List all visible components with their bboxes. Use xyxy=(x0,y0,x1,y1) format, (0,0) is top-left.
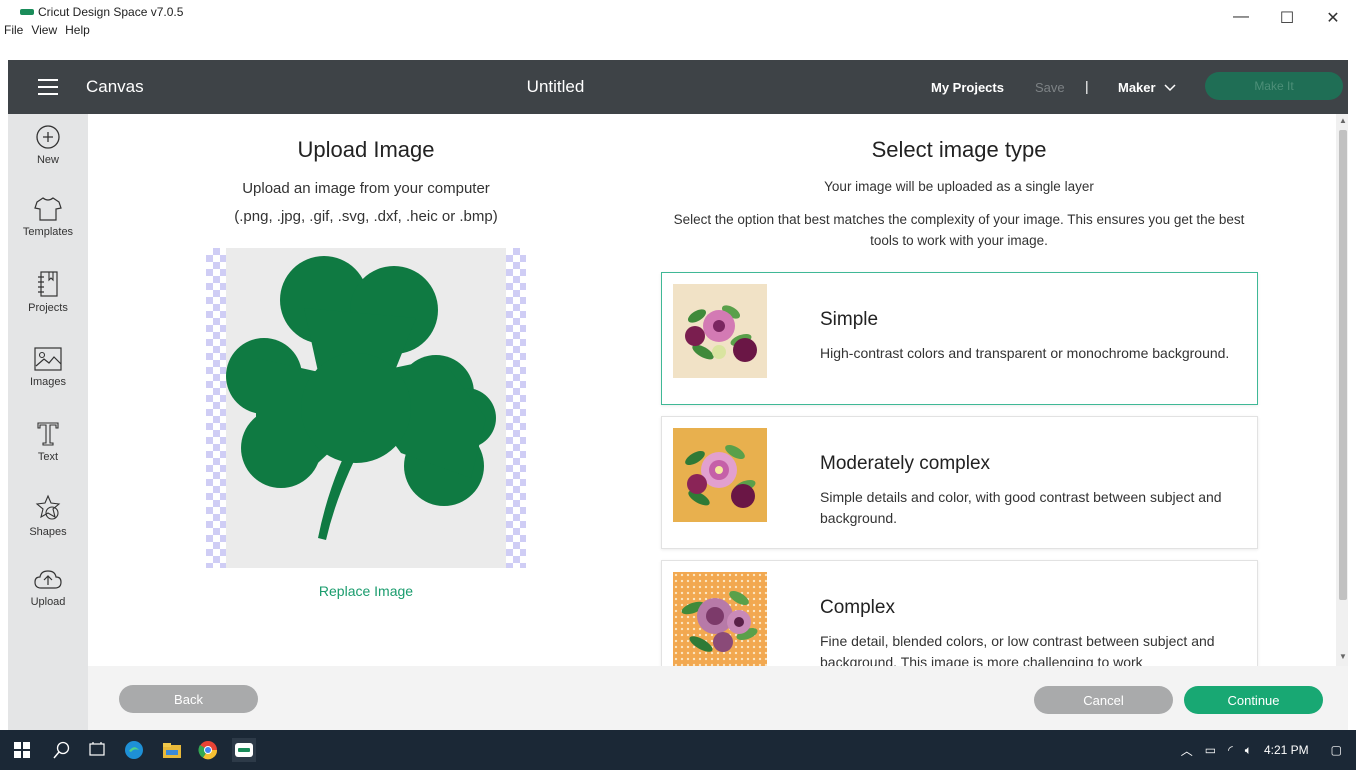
transparency-checker xyxy=(206,248,226,568)
shirt-icon xyxy=(34,197,62,221)
upload-formats: (.png, .jpg, .gif, .svg, .dxf, .heic or … xyxy=(234,208,498,225)
type-name: Complex xyxy=(820,597,895,618)
edge-browser-icon[interactable] xyxy=(122,738,146,762)
left-toolbar: New Templates Projects Images Text Shape… xyxy=(8,114,88,730)
replace-image-link[interactable]: Replace Image xyxy=(88,583,644,599)
image-icon xyxy=(34,347,62,371)
title-bar: Cricut Design Space v7.0.5 File View Hel… xyxy=(0,0,1356,40)
image-type-complex[interactable]: Complex Fine detail, blended colors, or … xyxy=(661,560,1258,667)
wifi-icon[interactable]: ◜ xyxy=(1228,743,1233,757)
clock[interactable]: 4:21 PM xyxy=(1264,743,1309,757)
type-description: High-contrast colors and transparent or … xyxy=(820,345,1230,361)
menu-help[interactable]: Help xyxy=(65,23,90,37)
tool-label: Text xyxy=(37,451,59,463)
shapes-icon xyxy=(35,494,61,520)
image-type-moderately-complex[interactable]: Moderately complex Simple details and co… xyxy=(661,416,1258,549)
chevron-up-icon[interactable]: ︿ xyxy=(1181,742,1193,759)
chevron-down-icon xyxy=(1164,83,1176,91)
app-header: Canvas Untitled My Projects Save | Maker… xyxy=(8,60,1348,114)
tool-label: Shapes xyxy=(29,526,67,538)
my-projects-link[interactable]: My Projects xyxy=(931,80,1004,95)
tool-shapes[interactable]: Shapes xyxy=(8,494,88,538)
search-icon[interactable] xyxy=(50,738,74,762)
image-preview xyxy=(206,248,526,568)
header-divider: | xyxy=(1085,78,1089,94)
make-it-button[interactable]: Make It xyxy=(1205,72,1343,100)
window-controls: — ☐ ✕ xyxy=(1218,0,1356,40)
minimize-button[interactable]: — xyxy=(1218,0,1264,40)
cricut-logo-icon xyxy=(20,9,34,15)
tool-label: Projects xyxy=(28,302,68,314)
cloud-upload-icon xyxy=(34,570,62,589)
chrome-browser-icon[interactable] xyxy=(196,738,220,762)
type-name: Simple xyxy=(820,309,879,330)
select-type-title: Select image type xyxy=(871,137,1047,162)
system-tray: ︿ ▭ ◜ 🔈︎ 4:21 PM ▢ xyxy=(1181,730,1356,770)
select-type-subtitle: Your image will be uploaded as a single … xyxy=(824,179,1094,194)
tool-upload[interactable]: Upload xyxy=(8,568,88,608)
upload-title: Upload Image xyxy=(297,137,435,162)
cancel-button[interactable]: Cancel xyxy=(1034,686,1173,714)
type-description: Fine detail, blended colors, or low cont… xyxy=(820,633,1215,667)
image-type-simple[interactable]: Simple High-contrast colors and transpar… xyxy=(661,272,1258,405)
scrollbar-thumb[interactable] xyxy=(1339,130,1347,600)
continue-button[interactable]: Continue xyxy=(1184,686,1323,714)
battery-icon[interactable]: ▭ xyxy=(1205,743,1216,757)
app-title: Cricut Design Space v7.0.5 xyxy=(20,5,183,19)
tool-templates[interactable]: Templates xyxy=(8,196,88,238)
menu-bar: File View Help xyxy=(4,23,90,37)
notebook-icon xyxy=(38,271,58,297)
save-link[interactable]: Save xyxy=(1035,80,1065,95)
app-window: Cricut Design Space v7.0.5 File View Hel… xyxy=(0,0,1356,770)
simple-thumbnail xyxy=(673,284,767,378)
machine-name: Maker xyxy=(1118,80,1156,95)
type-description: Simple details and color, with good cont… xyxy=(820,489,1222,526)
shamrock-image xyxy=(226,256,496,540)
tool-label: Images xyxy=(29,376,67,388)
maximize-button[interactable]: ☐ xyxy=(1264,0,1310,40)
windows-start-icon[interactable] xyxy=(10,738,34,762)
windows-taskbar: ︿ ▭ ◜ 🔈︎ 4:21 PM ▢ xyxy=(0,730,1356,770)
type-name: Moderately complex xyxy=(820,453,991,474)
tool-images[interactable]: Images xyxy=(8,346,88,388)
transparency-checker xyxy=(506,248,526,568)
select-type-instructions: Select the option that best matches the … xyxy=(673,212,1245,248)
menu-view[interactable]: View xyxy=(31,23,57,37)
volume-icon[interactable]: 🔈︎ xyxy=(1245,743,1252,758)
machine-selector[interactable]: Maker xyxy=(1118,80,1176,95)
task-view-icon[interactable] xyxy=(85,738,109,762)
back-button[interactable]: Back xyxy=(119,685,258,713)
close-button[interactable]: ✕ xyxy=(1310,0,1356,40)
moderate-thumbnail xyxy=(673,428,767,522)
file-explorer-icon[interactable] xyxy=(160,738,184,762)
tool-projects[interactable]: Projects xyxy=(8,270,88,314)
tool-new[interactable]: New xyxy=(8,124,88,166)
cricut-taskbar-icon[interactable] xyxy=(232,738,256,762)
text-t-icon xyxy=(37,422,59,446)
scroll-up-arrow-icon[interactable]: ▲ xyxy=(1339,116,1347,125)
plus-circle-icon xyxy=(36,125,60,149)
app-title-text: Cricut Design Space v7.0.5 xyxy=(38,5,184,19)
upload-subtitle: Upload an image from your computer xyxy=(242,180,490,197)
tool-label: New xyxy=(36,154,59,166)
scroll-down-arrow-icon[interactable]: ▼ xyxy=(1339,652,1347,661)
notifications-icon[interactable]: ▢ xyxy=(1331,743,1342,757)
tool-label: Templates xyxy=(22,226,74,238)
tool-text[interactable]: Text xyxy=(8,419,88,463)
menu-file[interactable]: File xyxy=(4,23,23,37)
complex-thumbnail xyxy=(673,572,767,667)
tool-label: Upload xyxy=(30,596,66,608)
